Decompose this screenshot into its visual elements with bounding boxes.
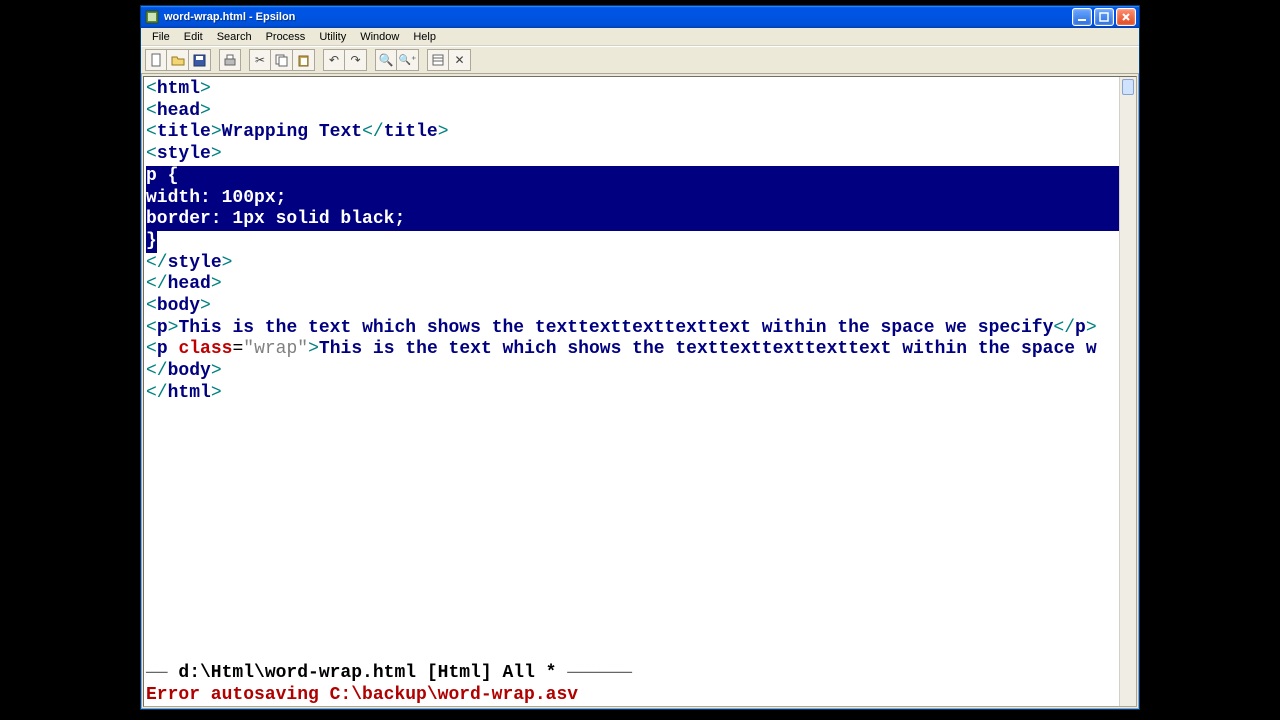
- code-editor[interactable]: <html> <head> <title>Wrapping Text</titl…: [144, 77, 1119, 660]
- status-area: —— d:\Html\word-wrap.html [Html] All * —…: [144, 662, 1119, 706]
- menu-help[interactable]: Help: [406, 30, 443, 44]
- minimize-button[interactable]: [1072, 8, 1092, 26]
- app-icon: [144, 9, 160, 25]
- error-message: Error autosaving C:\backup\word-wrap.asv: [146, 684, 1117, 706]
- buffer-path: d:\Html\word-wrap.html [Html] All *: [178, 663, 556, 683]
- copy-icon[interactable]: [271, 49, 293, 71]
- close-button[interactable]: [1116, 8, 1136, 26]
- open-file-icon[interactable]: [167, 49, 189, 71]
- print-icon[interactable]: [219, 49, 241, 71]
- menu-file[interactable]: File: [145, 30, 177, 44]
- menu-process[interactable]: Process: [259, 30, 313, 44]
- maximize-button[interactable]: [1094, 8, 1114, 26]
- vertical-scrollbar[interactable]: [1119, 77, 1136, 706]
- menu-utility[interactable]: Utility: [312, 30, 353, 44]
- find-icon[interactable]: 🔍: [375, 49, 397, 71]
- options-icon[interactable]: [427, 49, 449, 71]
- undo-icon[interactable]: ↶: [323, 49, 345, 71]
- find-replace-icon[interactable]: 🔍⁺: [397, 49, 419, 71]
- menu-search[interactable]: Search: [210, 30, 259, 44]
- titlebar[interactable]: word-wrap.html - Epsilon: [141, 6, 1139, 28]
- menu-edit[interactable]: Edit: [177, 30, 210, 44]
- menubar: File Edit Search Process Utility Window …: [141, 28, 1139, 46]
- app-window: word-wrap.html - Epsilon File Edit Searc…: [140, 5, 1140, 710]
- selected-text: p {: [146, 166, 1119, 188]
- menu-window[interactable]: Window: [353, 30, 406, 44]
- new-file-icon[interactable]: [145, 49, 167, 71]
- save-icon[interactable]: [189, 49, 211, 71]
- scrollbar-thumb[interactable]: [1122, 79, 1134, 95]
- toolbar: ✂ ↶ ↷ 🔍 🔍⁺ ✕: [141, 46, 1139, 74]
- window-buttons: [1072, 8, 1136, 26]
- redo-icon[interactable]: ↷: [345, 49, 367, 71]
- paste-icon[interactable]: [293, 49, 315, 71]
- cut-icon[interactable]: ✂: [249, 49, 271, 71]
- cancel-icon[interactable]: ✕: [449, 49, 471, 71]
- window-title: word-wrap.html - Epsilon: [164, 11, 1072, 23]
- editor-pane: <html> <head> <title>Wrapping Text</titl…: [143, 76, 1137, 707]
